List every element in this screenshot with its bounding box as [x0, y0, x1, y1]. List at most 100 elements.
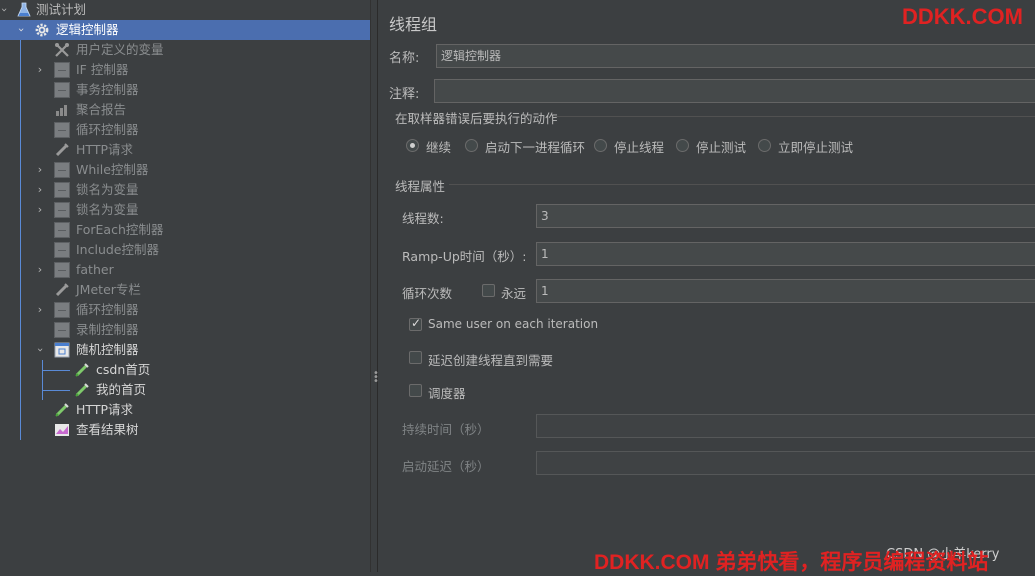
start-next-loop-label: 启动下一进程循环	[485, 140, 586, 155]
tree-item-http-request[interactable]: HTTP请求	[0, 140, 370, 160]
stop-test-now-radio[interactable]	[758, 139, 771, 152]
thread-count-field[interactable]: 3	[536, 204, 1035, 228]
tree-item-label: 循环控制器	[76, 122, 139, 137]
tree-item-loop-controller[interactable]: 循环控制器	[0, 120, 370, 140]
tree-item-test-plan[interactable]: › 测试计划	[0, 0, 370, 20]
chevron-right-icon[interactable]: ›	[34, 184, 46, 196]
tree-item-lock-variable-2[interactable]: › 锁名为变量	[0, 200, 370, 220]
stop-test-label: 停止测试	[696, 140, 747, 155]
chevron-right-icon[interactable]: ›	[34, 264, 46, 276]
tree-item-label: 录制控制器	[76, 322, 139, 337]
controller-icon	[54, 242, 70, 258]
comment-field[interactable]	[434, 79, 1035, 103]
continue-label: 继续	[426, 140, 452, 155]
tree-item-label: csdn首页	[96, 362, 151, 377]
tree-guide-line	[42, 370, 70, 371]
stop-thread-radio[interactable]	[594, 139, 607, 152]
tree-item-label: JMeter专栏	[76, 282, 141, 297]
controller-icon	[54, 122, 70, 138]
name-label: 名称:	[389, 51, 420, 66]
name-field[interactable]: 逻辑控制器	[436, 44, 1035, 68]
tree-item-label: IF 控制器	[76, 62, 129, 77]
tree-item-father[interactable]: › father	[0, 260, 370, 280]
tree-item-while-controller[interactable]: › While控制器	[0, 160, 370, 180]
forever-label: 永远	[501, 286, 527, 301]
section-divider	[449, 184, 1035, 185]
tree-item-label: 逻辑控制器	[56, 22, 119, 37]
pipette-icon	[54, 282, 70, 298]
controller-icon	[54, 222, 70, 238]
pipette-icon	[54, 142, 70, 158]
tree-item-user-variables[interactable]: 用户定义的变量	[0, 40, 370, 60]
start-next-loop-radio[interactable]	[465, 139, 478, 152]
tree-item-label: While控制器	[76, 162, 149, 177]
duration-field[interactable]	[536, 414, 1035, 438]
tree-item-logic-controller[interactable]: › 逻辑控制器	[0, 20, 370, 40]
delay-thread-creation-label: 延迟创建线程直到需要	[428, 353, 554, 368]
tree-item-result-tree[interactable]: 查看结果树	[0, 420, 370, 440]
tree-item-if-controller[interactable]: › IF 控制器	[0, 60, 370, 80]
tree-item-label: 我的首页	[96, 382, 147, 397]
tree-guide-line	[42, 390, 70, 391]
controller-icon	[54, 322, 70, 338]
panel-splitter[interactable]: • • •	[370, 0, 379, 572]
forever-checkbox[interactable]	[482, 284, 495, 297]
controller-icon	[54, 202, 70, 218]
tree-item-http-request-2[interactable]: HTTP请求	[0, 400, 370, 420]
result-tree-icon	[54, 422, 70, 438]
tree-item-label: 随机控制器	[76, 342, 139, 357]
flask-icon	[16, 2, 32, 18]
tree-item-transaction-controller[interactable]: 事务控制器	[0, 80, 370, 100]
stop-test-radio[interactable]	[676, 139, 689, 152]
controller-icon	[54, 262, 70, 278]
chevron-right-icon[interactable]: ›	[34, 164, 46, 176]
tree-item-label: HTTP请求	[76, 142, 133, 157]
section-divider	[555, 116, 1035, 117]
tree-item-foreach-controller[interactable]: ForEach控制器	[0, 220, 370, 240]
chevron-down-icon[interactable]: ›	[15, 24, 28, 36]
chevron-right-icon[interactable]: ›	[34, 64, 46, 76]
tree-item-label: 测试计划	[36, 2, 87, 17]
tree-item-random-controller[interactable]: › 随机控制器	[0, 340, 370, 360]
tree-item-lock-variable-1[interactable]: › 锁名为变量	[0, 180, 370, 200]
startup-delay-field[interactable]	[536, 451, 1035, 475]
tree-item-csdn-home[interactable]: csdn首页	[0, 360, 370, 380]
rampup-field[interactable]: 1	[536, 242, 1035, 266]
startup-delay-label: 启动延迟（秒）	[402, 459, 490, 474]
chevron-down-icon[interactable]: ›	[0, 4, 11, 16]
chevron-down-icon[interactable]: ›	[34, 344, 47, 356]
same-user-checkbox[interactable]	[409, 316, 422, 331]
stop-test-now-label: 立即停止测试	[778, 140, 854, 155]
chevron-right-icon[interactable]: ›	[34, 204, 46, 216]
tree-item-label: Include控制器	[76, 242, 160, 257]
tree-item-jmeter-column[interactable]: JMeter专栏	[0, 280, 370, 300]
tree-item-label: HTTP请求	[76, 402, 133, 417]
tree-item-aggregate-report[interactable]: 聚合报告	[0, 100, 370, 120]
loop-count-label: 循环次数	[402, 286, 453, 301]
scheduler-label: 调度器	[428, 386, 466, 401]
comment-label: 注释:	[389, 87, 420, 102]
scheduler-checkbox[interactable]	[409, 384, 422, 397]
controller-icon	[54, 182, 70, 198]
pipette-icon	[54, 402, 70, 418]
tree-item-loop-controller-2[interactable]: › 循环控制器	[0, 300, 370, 320]
tree-item-label: 聚合报告	[76, 102, 127, 117]
tree-item-my-home[interactable]: 我的首页	[0, 380, 370, 400]
pipette-icon	[74, 382, 90, 398]
delay-thread-creation-checkbox[interactable]	[409, 351, 422, 364]
tree-item-label: 查看结果树	[76, 422, 139, 437]
test-plan-tree[interactable]: › 测试计划 › 逻辑控制器 用户定义的变量 › IF 控制器 事务控制器 聚合	[0, 0, 370, 572]
watermark-top: DDKK.COM	[902, 4, 1023, 29]
controller-icon	[54, 162, 70, 178]
tree-item-label: 锁名为变量	[76, 202, 139, 217]
loop-count-field[interactable]: 1	[536, 279, 1035, 303]
continue-radio[interactable]	[406, 139, 419, 152]
tree-item-recording-controller[interactable]: 录制控制器	[0, 320, 370, 340]
gear-icon	[34, 22, 50, 38]
controller-icon	[54, 302, 70, 318]
chevron-right-icon[interactable]: ›	[34, 304, 46, 316]
tree-item-label: 事务控制器	[76, 82, 139, 97]
page-title: 线程组	[389, 15, 438, 34]
tree-item-include-controller[interactable]: Include控制器	[0, 240, 370, 260]
thread-properties-section-title: 线程属性	[395, 179, 446, 194]
